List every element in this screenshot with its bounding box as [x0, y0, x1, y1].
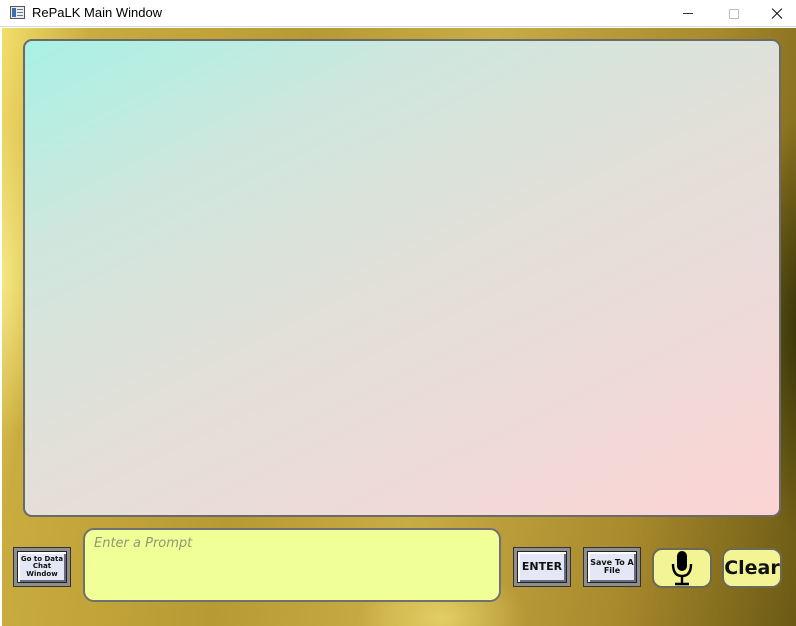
enter-label: ENTER: [517, 551, 567, 583]
microphone-icon: [671, 551, 693, 586]
main-window-body: Go to Data Chat Window ENTER Save To A F…: [2, 28, 796, 626]
title-bar[interactable]: RePaLK Main Window: [0, 0, 796, 27]
close-button[interactable]: [757, 0, 796, 27]
clear-button[interactable]: Clear: [722, 548, 782, 588]
close-icon: [771, 8, 783, 20]
enter-button[interactable]: ENTER: [513, 547, 571, 587]
app-window-icon: [10, 6, 25, 19]
window-title: RePaLK Main Window: [32, 5, 163, 20]
minimize-icon: [683, 13, 693, 14]
save-to-file-button[interactable]: Save To A File: [583, 547, 641, 587]
maximize-icon: [729, 8, 739, 19]
save-to-file-label: Save To A File: [587, 551, 637, 583]
prompt-input[interactable]: [83, 528, 501, 602]
minimize-button[interactable]: [665, 0, 711, 27]
chat-display-area[interactable]: [23, 39, 781, 517]
maximize-button[interactable]: [711, 0, 757, 27]
microphone-button[interactable]: [652, 548, 712, 588]
go-to-data-chat-button[interactable]: Go to Data Chat Window: [13, 547, 71, 587]
go-to-data-chat-label: Go to Data Chat Window: [17, 551, 67, 583]
